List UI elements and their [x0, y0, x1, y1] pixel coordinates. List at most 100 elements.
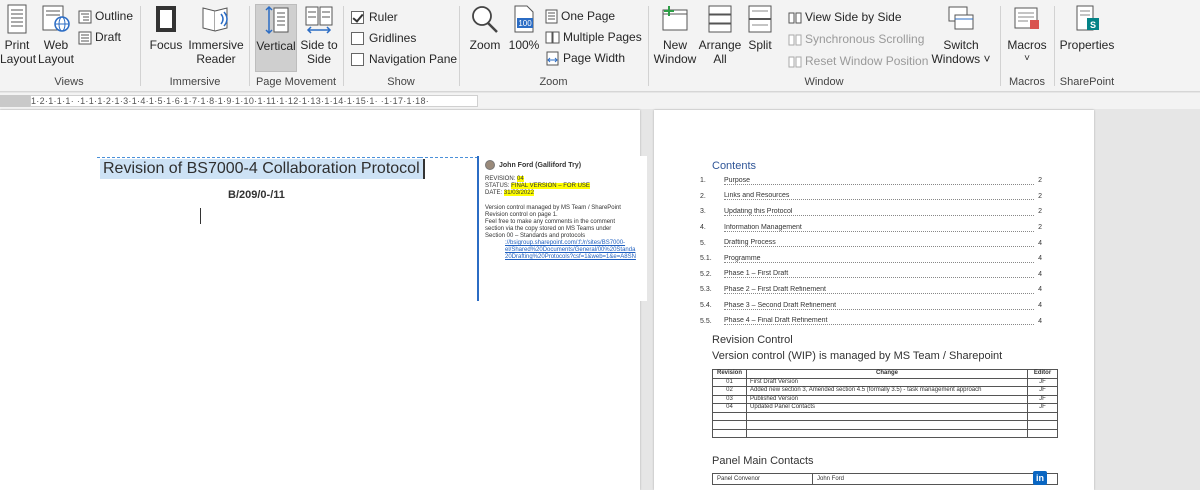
outline-icon	[78, 10, 92, 24]
navigation-pane-label: Navigation Pane	[369, 52, 458, 66]
revision-label: REVISION:	[485, 176, 516, 182]
list-item[interactable]: 4. Information Management 2	[700, 220, 1042, 236]
page-width-button[interactable]: Page Width	[545, 50, 625, 66]
zoom-label: Zoom	[469, 38, 501, 52]
change-cell	[746, 428, 1028, 438]
revision-cell: 01	[712, 377, 747, 387]
outline-label: Outline	[95, 9, 134, 23]
editor-cell	[1027, 420, 1058, 430]
list-item[interactable]: 5. Drafting Process 4	[700, 235, 1042, 251]
side-to-side-button[interactable]: Side to Side	[299, 4, 339, 66]
gridlines-checkbox[interactable]: Gridlines	[351, 30, 416, 46]
toc-number: 5.1.	[700, 255, 712, 263]
toc-page: 2	[1038, 192, 1042, 200]
new-window-button[interactable]: New Window	[652, 4, 698, 66]
ruler-checkbox[interactable]: Ruler	[351, 9, 398, 25]
comment-link[interactable]: el/Shared%20Documents/General/00%20Stand…	[485, 247, 647, 254]
sharepoint-properties-icon: S	[1076, 5, 1099, 31]
page-width-icon	[546, 51, 559, 66]
navigation-pane-check-icon	[351, 53, 364, 67]
macros-icon	[1014, 7, 1039, 29]
zoom-button[interactable]: Zoom	[465, 4, 505, 52]
focus-button[interactable]: Focus	[148, 4, 184, 52]
web-layout-button[interactable]: Web Layout	[36, 4, 76, 66]
comment-body-line: Section 00 – Standards and protocols	[485, 233, 586, 239]
list-item[interactable]: 2. Links and Resources 2	[700, 189, 1042, 205]
toc-text: Phase 1 – First Draft	[724, 270, 1034, 279]
ruler-left-margin	[0, 95, 30, 107]
version-control-text: Version control (WIP) is managed by MS T…	[712, 350, 1003, 362]
comment-balloon[interactable]: John Ford (Galliford Try) REVISION: 04 S…	[477, 156, 647, 301]
status-value: FINAL VERSION – FOR USE	[511, 183, 590, 189]
multiple-pages-button[interactable]: Multiple Pages	[545, 29, 642, 45]
table-of-contents: 1. Purpose 2 2. Links and Resources 2 3. Updati…	[700, 173, 1042, 329]
document-area[interactable]: Revision of BS7000-4 Collaboration Proto…	[0, 110, 1200, 490]
macros-group: Macros ˅ Macros	[1002, 0, 1052, 92]
synchronous-scrolling-button[interactable]: Synchronous Scrolling	[788, 31, 924, 47]
toc-text: Programme	[724, 255, 1034, 263]
list-item[interactable]: 5.4. Phase 3 – Second Draft Refinement 4	[700, 298, 1042, 314]
vertical-button[interactable]: Vertical	[255, 4, 297, 72]
properties-button[interactable]: S Properties	[1058, 4, 1116, 52]
one-page-button[interactable]: One Page	[545, 8, 615, 24]
side-to-side-label: Side to Side	[300, 38, 338, 66]
contents-heading: Contents	[712, 160, 757, 172]
list-item[interactable]: 5.5. Phase 4 – Final Draft Refinement 4	[700, 313, 1042, 329]
comment-body-line: Version control managed by MS Team / Sha…	[485, 205, 621, 211]
revision-cell: 03	[712, 394, 747, 404]
document-title[interactable]: Revision of BS7000-4 Collaboration Proto…	[100, 159, 425, 179]
list-item[interactable]: 5.3. Phase 2 – First Draft Refinement 4	[700, 282, 1042, 298]
view-side-by-side-button[interactable]: View Side by Side	[788, 9, 902, 25]
switch-windows-icon	[948, 6, 974, 30]
list-item[interactable]: 5.2. Phase 1 – First Draft 4	[700, 267, 1042, 283]
horizontal-ruler[interactable]: 1·2·1·1·1· ·1·1·1·2·1·3·1·4·1·5·1·6·1·7·…	[0, 93, 1200, 109]
immersive-reader-label: Immersive Reader	[188, 38, 244, 66]
page-movement-group: Vertical Side to Side Page Movement	[251, 0, 341, 92]
editor-cell: JF	[1027, 394, 1058, 404]
ruler-track[interactable]: 1·2·1·1·1· ·1·1·1·2·1·3·1·4·1·5·1·6·1·7·…	[30, 95, 478, 107]
navigation-pane-checkbox[interactable]: Navigation Pane	[351, 51, 457, 67]
show-group: Ruler Gridlines Navigation Pane Show	[345, 0, 457, 92]
linkedin-icon[interactable]: in	[1033, 471, 1047, 485]
list-item[interactable]: 3. Updating this Protocol 2	[700, 204, 1042, 220]
vertical-scroll-icon	[265, 5, 289, 35]
list-item[interactable]: 1. Purpose 2	[700, 173, 1042, 189]
arrange-all-label: Arrange All	[698, 38, 742, 66]
contact-role: Panel Convenor	[712, 473, 813, 485]
editor-cell: JF	[1027, 403, 1058, 413]
reset-window-position-button[interactable]: Reset Window Position	[788, 53, 928, 69]
ruler-check-icon	[351, 11, 364, 25]
table-row: 01 First Draft Version JF	[712, 377, 1058, 387]
reset-window-icon	[788, 56, 802, 68]
window-group: New Window Arrange All Split View Side b…	[650, 0, 998, 92]
immersive-reader-button[interactable]: Immersive Reader	[186, 4, 246, 66]
magnifier-icon	[472, 6, 498, 33]
split-label: Split	[748, 38, 772, 52]
toc-page: 4	[1038, 286, 1042, 294]
macros-button[interactable]: Macros ˅	[1004, 4, 1050, 66]
toc-text: Links and Resources	[724, 192, 1034, 201]
print-layout-button[interactable]: Print Layout	[0, 4, 36, 66]
revision-control-heading: Revision Control	[712, 334, 793, 346]
outline-button[interactable]: Outline	[78, 8, 133, 24]
synchronous-scrolling-label: Synchronous Scrolling	[805, 32, 925, 46]
list-item[interactable]: 5.1. Programme 4	[700, 251, 1042, 267]
comment-link[interactable]: 20Drafting%20Protocols?csf=1&web=1&e=A8S…	[485, 254, 647, 261]
split-icon	[748, 5, 772, 33]
page-1[interactable]: Revision of BS7000-4 Collaboration Proto…	[0, 110, 647, 490]
switch-windows-button[interactable]: Switch Windows ˅	[930, 4, 992, 66]
document-code[interactable]: B/209/0-/11	[228, 189, 285, 201]
split-button[interactable]: Split	[744, 4, 776, 52]
draft-button[interactable]: Draft	[78, 29, 121, 45]
toc-page: 2	[1038, 224, 1042, 232]
revision-cell	[712, 411, 747, 421]
one-page-icon	[545, 9, 558, 24]
comment-link[interactable]: ://bsigroup.sharepoint.com/:f:/r/sites/B…	[485, 240, 647, 247]
arrange-all-button[interactable]: Arrange All	[698, 4, 742, 66]
zoom-100-button[interactable]: 100 100%	[507, 4, 541, 52]
ribbon: Print Layout Web Layout Outline Draft Vi…	[0, 0, 1200, 92]
page-2[interactable]: Contents 1. Purpose 2 2. Links and Resources…	[654, 110, 1094, 490]
chevron-down-icon: ˅	[1024, 53, 1030, 64]
toc-number: 4.	[700, 224, 706, 232]
date-value: 31/03/2022	[503, 190, 534, 196]
